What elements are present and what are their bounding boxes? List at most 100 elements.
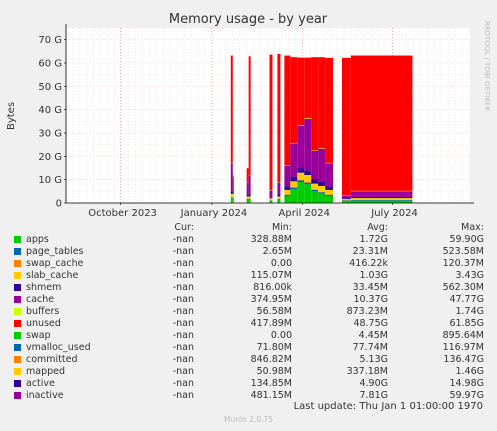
- area-swap_cache: [297, 179, 305, 181]
- y-tick-label: 40 G: [38, 105, 62, 116]
- area-cache: [277, 182, 281, 195]
- area-page_tables: [230, 197, 233, 199]
- legend-swatch: [14, 236, 21, 243]
- area-buffers: [304, 118, 312, 119]
- area-shmem: [290, 176, 298, 182]
- legend-avg: 4.90G: [359, 378, 388, 389]
- area-slab_cache: [350, 198, 413, 200]
- area-unused: [297, 57, 305, 126]
- legend-row: swap -nan 0.00 4.45M 895.64M: [12, 330, 487, 342]
- legend-avg: 33.45M: [352, 282, 388, 293]
- legend-swatch: [14, 368, 21, 375]
- area-slab_cache: [311, 183, 319, 190]
- legend-swatch: [14, 296, 21, 303]
- legend-header-min: Min:: [271, 222, 292, 233]
- legend-max: 61.85G: [449, 318, 484, 329]
- area-shmem: [269, 197, 273, 199]
- y-tick-label: 10 G: [38, 175, 62, 186]
- legend-cur: -nan: [172, 294, 194, 305]
- legend-cur: -nan: [172, 234, 194, 245]
- legend-swatch: [14, 284, 21, 291]
- legend-avg: 48.75G: [353, 318, 388, 329]
- legend-cur: -nan: [172, 258, 194, 269]
- area-unused: [341, 57, 351, 196]
- area-apps: [318, 193, 326, 203]
- legend-rows: apps -nan 328.88M 1.72G 59.90G page_tables -na…: [12, 234, 487, 402]
- legend-row: active -nan 134.85M 4.90G 14.98G: [12, 378, 487, 390]
- legend-cur: -nan: [172, 330, 194, 341]
- area-apps: [232, 198, 234, 203]
- area-unused: [230, 55, 233, 163]
- legend-name: buffers: [26, 306, 60, 317]
- legend-header: Cur: Min: Avg: Max:: [12, 222, 487, 234]
- legend-name: slab_cache: [26, 270, 79, 281]
- area-shmem: [284, 186, 291, 190]
- legend-avg: 10.37G: [353, 294, 388, 305]
- y-tick-label: 0: [56, 199, 62, 210]
- legend-name: shmem: [26, 282, 62, 293]
- x-tick-label: July 2024: [370, 208, 418, 219]
- legend-cur: -nan: [172, 246, 194, 257]
- area-apps: [297, 182, 305, 203]
- side-label: RRDTOOL / TOBI OETIKER: [483, 21, 491, 111]
- area-shmem: [318, 181, 326, 186]
- area-page_tables: [297, 180, 305, 182]
- legend-min: 417.89M: [250, 318, 292, 329]
- legend-min: 328.88M: [250, 234, 292, 245]
- area-shmem: [232, 191, 234, 194]
- area-cache: [284, 165, 291, 187]
- area-cache: [325, 163, 334, 187]
- legend-avg: 23.31M: [352, 246, 388, 257]
- area-shmem: [311, 178, 319, 184]
- legend-cur: -nan: [172, 282, 194, 293]
- area-slab_cache: [290, 181, 298, 188]
- legend-max: 3.43G: [455, 270, 484, 281]
- y-tick-label: 20 G: [38, 152, 62, 163]
- area-slab_cache: [269, 198, 273, 201]
- area-slab_cache: [284, 189, 291, 195]
- legend-row: shmem -nan 816.00k 33.45M 562.30M: [12, 282, 487, 294]
- area-apps: [277, 199, 281, 203]
- legend-name: unused: [26, 318, 61, 329]
- legend-header-avg: Avg:: [367, 222, 388, 233]
- legend-swatch: [14, 248, 21, 255]
- legend-min: 816.00k: [253, 282, 292, 293]
- legend-name: committed: [26, 354, 78, 365]
- area-apps: [304, 184, 312, 203]
- legend-max: 47.77G: [449, 294, 484, 305]
- legend-row: buffers -nan 56.58M 873.23M 1.74G: [12, 306, 487, 318]
- area-slab_cache: [341, 199, 351, 201]
- legend-swatch: [14, 380, 21, 387]
- area-page_tables: [318, 192, 326, 194]
- area-slab_cache: [318, 185, 326, 192]
- area-unused: [311, 57, 319, 151]
- legend-cur: -nan: [172, 378, 194, 389]
- area-apps: [311, 191, 319, 203]
- legend-cur: -nan: [172, 306, 194, 317]
- area-slab_cache: [246, 196, 249, 199]
- area-shmem: [341, 198, 351, 200]
- area-page_tables: [311, 189, 319, 192]
- legend-min: 846.82M: [250, 354, 292, 365]
- area-unused: [318, 57, 326, 149]
- area-shmem: [248, 194, 251, 197]
- legend-max: 116.97M: [442, 342, 484, 353]
- area-page_tables: [350, 199, 413, 201]
- area-unused: [284, 55, 291, 166]
- area-cache: [248, 175, 251, 195]
- area-apps: [248, 199, 251, 203]
- area-unused: [246, 168, 249, 183]
- legend-row: mapped -nan 50.98M 337.18M 1.46G: [12, 366, 487, 378]
- area-shmem: [350, 196, 413, 199]
- legend-min: 71.80M: [256, 342, 292, 353]
- legend-min: 2.65M: [262, 246, 292, 257]
- area-shmem: [246, 194, 249, 197]
- legend-swatch: [14, 332, 21, 339]
- legend-name: cache: [26, 294, 55, 305]
- legend-max: 523.58M: [442, 246, 484, 257]
- legend-min: 0.00: [270, 258, 292, 269]
- area-unused: [350, 55, 413, 191]
- area-slab_cache: [232, 193, 234, 198]
- legend-cur: -nan: [172, 354, 194, 365]
- x-tick-label: April 2024: [279, 208, 330, 219]
